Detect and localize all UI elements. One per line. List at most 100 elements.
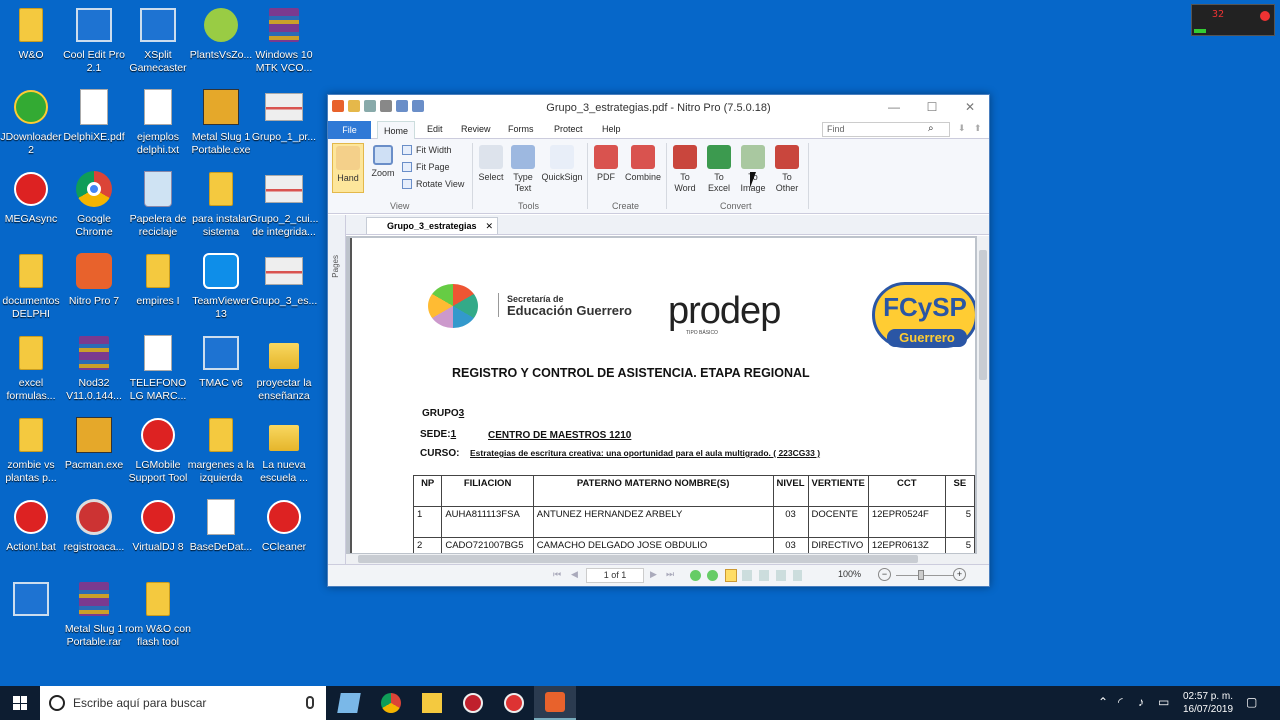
desktop-icon[interactable]: Papelera de reciclaje bbox=[123, 169, 193, 239]
fit-page-button[interactable]: Fit Page bbox=[402, 162, 450, 172]
desktop-icon[interactable]: XSplit Gamecaster bbox=[123, 5, 193, 75]
close-button[interactable]: ✕ bbox=[951, 95, 989, 119]
desktop-icon[interactable]: Nitro Pro 7 bbox=[59, 251, 129, 308]
desktop-icon[interactable]: PlantsVsZo... bbox=[186, 5, 256, 62]
desktop-icon[interactable]: rom W&O con flash tool bbox=[123, 579, 193, 649]
tab-home[interactable]: Home bbox=[377, 121, 415, 140]
quicksign-button[interactable]: QuickSign bbox=[540, 145, 584, 183]
document-viewport[interactable]: Secretaría de Educación Guerrero prodep T… bbox=[346, 236, 989, 554]
desktop-icon[interactable] bbox=[0, 579, 66, 623]
desktop-icon[interactable]: empires I bbox=[123, 251, 193, 308]
next-page-icon[interactable]: ▶ bbox=[650, 569, 657, 580]
scroll-thumb[interactable] bbox=[979, 250, 987, 380]
type-text-button[interactable]: Type Text bbox=[508, 145, 538, 194]
rotate-view-button[interactable]: Rotate View bbox=[402, 179, 464, 189]
clock[interactable]: 02:57 p. m. 16/07/2019 bbox=[1180, 690, 1236, 716]
desktop-icon[interactable]: TeamViewer 13 bbox=[186, 251, 256, 321]
zoom-button[interactable]: Zoom bbox=[368, 145, 398, 179]
keyboard-icon[interactable]: ▭ bbox=[1158, 695, 1169, 709]
last-page-icon[interactable]: ⏭ bbox=[666, 569, 674, 580]
desktop-icon[interactable]: Grupo_3_es... bbox=[249, 251, 319, 308]
find-prev-icon[interactable]: ⬆ bbox=[974, 123, 982, 134]
taskbar-app-ie[interactable] bbox=[328, 686, 370, 720]
desktop-icon[interactable]: Google Chrome bbox=[59, 169, 129, 239]
select-button[interactable]: Select bbox=[476, 145, 506, 183]
close-tab-icon[interactable]: ✕ bbox=[485, 218, 493, 234]
desktop-icon[interactable]: La nueva escuela ... bbox=[249, 415, 319, 485]
forward-icon[interactable] bbox=[707, 570, 718, 581]
desktop-icon[interactable]: para instalar sistema bbox=[186, 169, 256, 239]
desktop-icon[interactable]: registroaca... bbox=[59, 497, 129, 554]
desktop-icon[interactable]: VirtualDJ 8 bbox=[123, 497, 193, 554]
page-layout-icons[interactable] bbox=[742, 570, 802, 581]
zoom-slider-thumb[interactable] bbox=[918, 570, 924, 580]
pdf-button[interactable]: PDF bbox=[591, 145, 621, 183]
tab-protect[interactable]: Protect bbox=[554, 124, 583, 134]
start-button[interactable] bbox=[0, 686, 40, 720]
horizontal-scrollbar[interactable] bbox=[346, 554, 989, 564]
volume-icon[interactable]: ♪ bbox=[1138, 695, 1144, 709]
to-other-button[interactable]: To Other bbox=[770, 145, 804, 194]
microphone-icon[interactable] bbox=[306, 696, 314, 709]
desktop-icon[interactable]: Metal Slug 1 Portable.exe bbox=[186, 87, 256, 157]
desktop-icon[interactable]: ejemplos delphi.txt bbox=[123, 87, 193, 157]
minimize-button[interactable]: — bbox=[875, 95, 913, 119]
tab-review[interactable]: Review bbox=[461, 124, 491, 134]
desktop-icon[interactable]: margenes a la izquierda bbox=[186, 415, 256, 485]
notifications-icon[interactable]: ▢ bbox=[1246, 695, 1257, 709]
pages-panel[interactable]: Pages bbox=[328, 215, 346, 565]
desktop-icon[interactable]: W&O bbox=[0, 5, 66, 62]
desktop-icon[interactable]: Nod32 V11.0.144... bbox=[59, 333, 129, 403]
desktop-icon[interactable]: TELEFONO LG MARC... bbox=[123, 333, 193, 403]
zoom-slider[interactable] bbox=[896, 575, 954, 576]
fit-width-button[interactable]: Fit Width bbox=[402, 145, 452, 155]
network-icon[interactable]: ◜ bbox=[1118, 695, 1123, 709]
desktop-icon[interactable]: Cool Edit Pro 2.1 bbox=[59, 5, 129, 75]
zoom-out-icon[interactable]: − bbox=[878, 568, 891, 581]
desktop-icon[interactable]: BaseDeDat... bbox=[186, 497, 256, 554]
tab-help[interactable]: Help bbox=[602, 124, 621, 134]
tab-forms[interactable]: Forms bbox=[508, 124, 534, 134]
desktop-icon[interactable]: Grupo_1_pr... bbox=[249, 87, 319, 144]
desktop-icon[interactable]: Pacman.exe bbox=[59, 415, 129, 472]
taskbar-app-delphi[interactable] bbox=[493, 686, 535, 720]
taskbar-app-chrome[interactable] bbox=[370, 686, 412, 720]
tab-edit[interactable]: Edit bbox=[427, 124, 443, 134]
chevron-up-icon[interactable]: ⌃ bbox=[1098, 695, 1108, 709]
document-tab[interactable]: Grupo_3_estrategias ✕ bbox=[366, 217, 498, 234]
desktop-icon[interactable]: DelphiXE.pdf bbox=[59, 87, 129, 144]
desktop-icon[interactable]: excel formulas... bbox=[0, 333, 66, 403]
desktop-icon[interactable]: JDownloader 2 bbox=[0, 87, 66, 157]
vertical-scrollbar[interactable] bbox=[977, 236, 989, 554]
zoom-in-icon[interactable]: + bbox=[953, 568, 966, 581]
desktop-icon[interactable]: proyectar la enseñanza bbox=[249, 333, 319, 403]
desktop-icon[interactable]: Windows 10 MTK VCO... bbox=[249, 5, 319, 75]
desktop-icon[interactable]: zombie vs plantas p... bbox=[0, 415, 66, 485]
back-icon[interactable] bbox=[690, 570, 701, 581]
prev-page-icon[interactable]: ◀ bbox=[571, 569, 578, 580]
desktop-icon[interactable]: Grupo_2_cui... de integrida... bbox=[249, 169, 319, 239]
taskbar-app-action[interactable] bbox=[452, 686, 494, 720]
page-number-field[interactable]: 1 of 1 bbox=[586, 568, 644, 583]
search-icon[interactable]: ⌕ bbox=[928, 123, 934, 134]
hand-button[interactable]: Hand bbox=[332, 143, 364, 193]
first-page-icon[interactable]: ⏮ bbox=[553, 569, 561, 580]
to-excel-button[interactable]: To Excel bbox=[704, 145, 734, 194]
desktop-icon[interactable]: MEGAsync bbox=[0, 169, 66, 226]
desktop-icon[interactable]: Metal Slug 1 Portable.rar bbox=[59, 579, 129, 649]
single-page-icon[interactable] bbox=[725, 569, 737, 582]
zoom-level[interactable]: 100% bbox=[838, 569, 861, 579]
hscroll-thumb[interactable] bbox=[358, 555, 918, 563]
to-word-button[interactable]: To Word bbox=[670, 145, 700, 194]
desktop-icon[interactable]: CCleaner bbox=[249, 497, 319, 554]
tab-file[interactable]: File bbox=[328, 121, 371, 139]
desktop-icon[interactable]: documentos DELPHI bbox=[0, 251, 66, 321]
taskbar-app-nitro[interactable] bbox=[534, 686, 576, 720]
taskbar-app-explorer[interactable] bbox=[411, 686, 453, 720]
maximize-button[interactable]: ☐ bbox=[913, 95, 951, 119]
desktop-icon[interactable]: TMAC v6 bbox=[186, 333, 256, 390]
desktop-icon[interactable]: LGMobile Support Tool bbox=[123, 415, 193, 485]
desktop-icon[interactable]: Action!.bat bbox=[0, 497, 66, 554]
combine-button[interactable]: Combine bbox=[623, 145, 663, 183]
taskbar-search[interactable]: Escribe aquí para buscar bbox=[40, 686, 326, 720]
